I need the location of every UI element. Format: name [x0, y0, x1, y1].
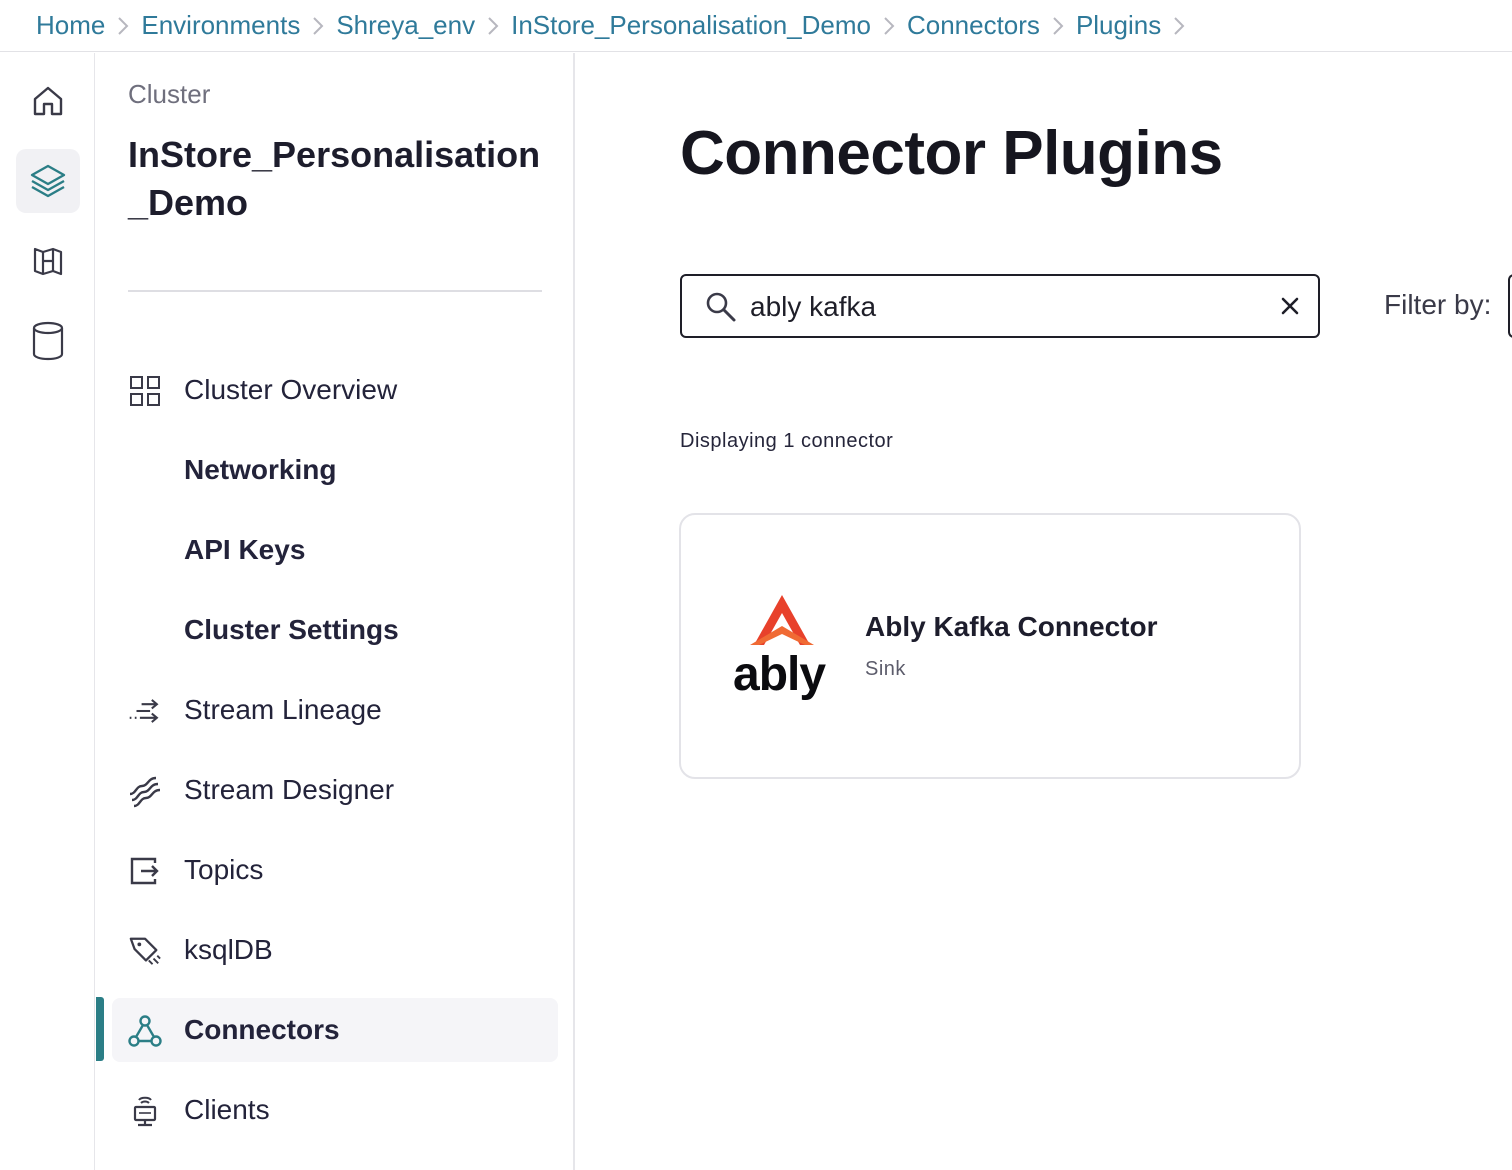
breadcrumb-cluster[interactable]: InStore_Personalisation_Demo — [511, 10, 871, 41]
filter-dropdown[interactable] — [1508, 274, 1512, 338]
sidebar-item-ksqldb[interactable]: ksqlDB — [112, 918, 558, 982]
cluster-name: InStore_Personalisation _Demo — [128, 134, 541, 223]
database-icon — [32, 321, 64, 361]
sidebar-item-cluster-overview[interactable]: Cluster Overview — [112, 358, 558, 422]
connector-type: Sink — [865, 658, 906, 680]
rail-lineage-button[interactable] — [16, 229, 80, 293]
search-icon — [704, 290, 738, 329]
breadcrumb-environments[interactable]: Environments — [141, 10, 300, 41]
breadcrumb-environment[interactable]: Shreya_env — [336, 10, 475, 41]
rail-data-button[interactable] — [16, 309, 80, 373]
cluster-sidebar: Cluster InStore_Personalisation _Demo Clu… — [96, 53, 575, 1170]
sidebar-item-label: Stream Designer — [184, 774, 395, 805]
chevron-right-icon — [105, 16, 141, 36]
sidebar-item-label: Networking — [184, 454, 337, 485]
rail-clusters-button[interactable] — [16, 149, 80, 213]
breadcrumb: Home Environments Shreya_env InStore_Per… — [0, 0, 1512, 52]
page-title: Connector Plugins — [680, 119, 1223, 188]
stream-lineage-icon — [128, 694, 162, 728]
sidebar-item-label: Connectors — [184, 1014, 340, 1045]
ksqldb-icon — [128, 934, 162, 968]
chevron-right-icon — [475, 16, 511, 36]
sidebar-item-label: Clients — [184, 1094, 270, 1125]
breadcrumb-plugins[interactable]: Plugins — [1076, 10, 1161, 41]
sidebar-item-stream-designer[interactable]: Stream Designer — [112, 758, 558, 822]
sidebar-item-api-keys[interactable]: API Keys — [112, 518, 558, 582]
connector-card[interactable]: ably Ably Kafka Connector Sink — [679, 513, 1301, 779]
sidebar-item-stream-lineage[interactable]: Stream Lineage — [112, 678, 558, 742]
breadcrumb-home[interactable]: Home — [36, 10, 105, 41]
sidebar-divider — [128, 290, 542, 292]
icon-rail — [0, 53, 95, 1170]
result-count: Displaying 1 connector — [680, 430, 894, 452]
search-box — [680, 274, 1320, 338]
sidebar-item-label: Topics — [184, 854, 264, 885]
layers-icon — [30, 164, 66, 198]
map-icon — [33, 247, 63, 276]
clear-search-icon[interactable] — [1278, 294, 1302, 318]
breadcrumb-connectors[interactable]: Connectors — [907, 10, 1040, 41]
connectors-icon — [128, 1014, 162, 1048]
sidebar-item-label: Cluster Overview — [184, 374, 398, 405]
rail-home-button[interactable] — [16, 69, 80, 133]
sidebar-item-label: Cluster Settings — [184, 614, 399, 645]
sidebar-item-label: Stream Lineage — [184, 694, 382, 725]
sidebar-item-topics[interactable]: Topics — [112, 838, 558, 902]
ably-logo-text: ably — [733, 648, 826, 701]
chevron-right-icon — [1040, 16, 1076, 36]
sidebar-label: Cluster — [128, 79, 211, 109]
filter-label: Filter by: — [1384, 289, 1492, 320]
search-input[interactable] — [748, 286, 1252, 328]
clients-icon — [128, 1094, 162, 1128]
grid-icon — [128, 374, 162, 408]
chevron-right-icon — [1161, 16, 1197, 36]
chevron-right-icon — [300, 16, 336, 36]
sidebar-item-connectors[interactable]: Connectors — [112, 998, 558, 1062]
active-indicator — [96, 997, 104, 1061]
connector-title: Ably Kafka Connector — [865, 611, 1158, 642]
chevron-right-icon — [871, 16, 907, 36]
stream-designer-icon — [128, 774, 162, 808]
sidebar-item-cluster-settings[interactable]: Cluster Settings — [112, 598, 558, 662]
home-icon — [33, 86, 63, 116]
sidebar-item-clients[interactable]: Clients — [112, 1078, 558, 1142]
sidebar-item-label: ksqlDB — [184, 934, 273, 965]
sidebar-item-networking[interactable]: Networking — [112, 438, 558, 502]
sidebar-item-label: API Keys — [184, 534, 306, 565]
topics-icon — [128, 854, 162, 888]
